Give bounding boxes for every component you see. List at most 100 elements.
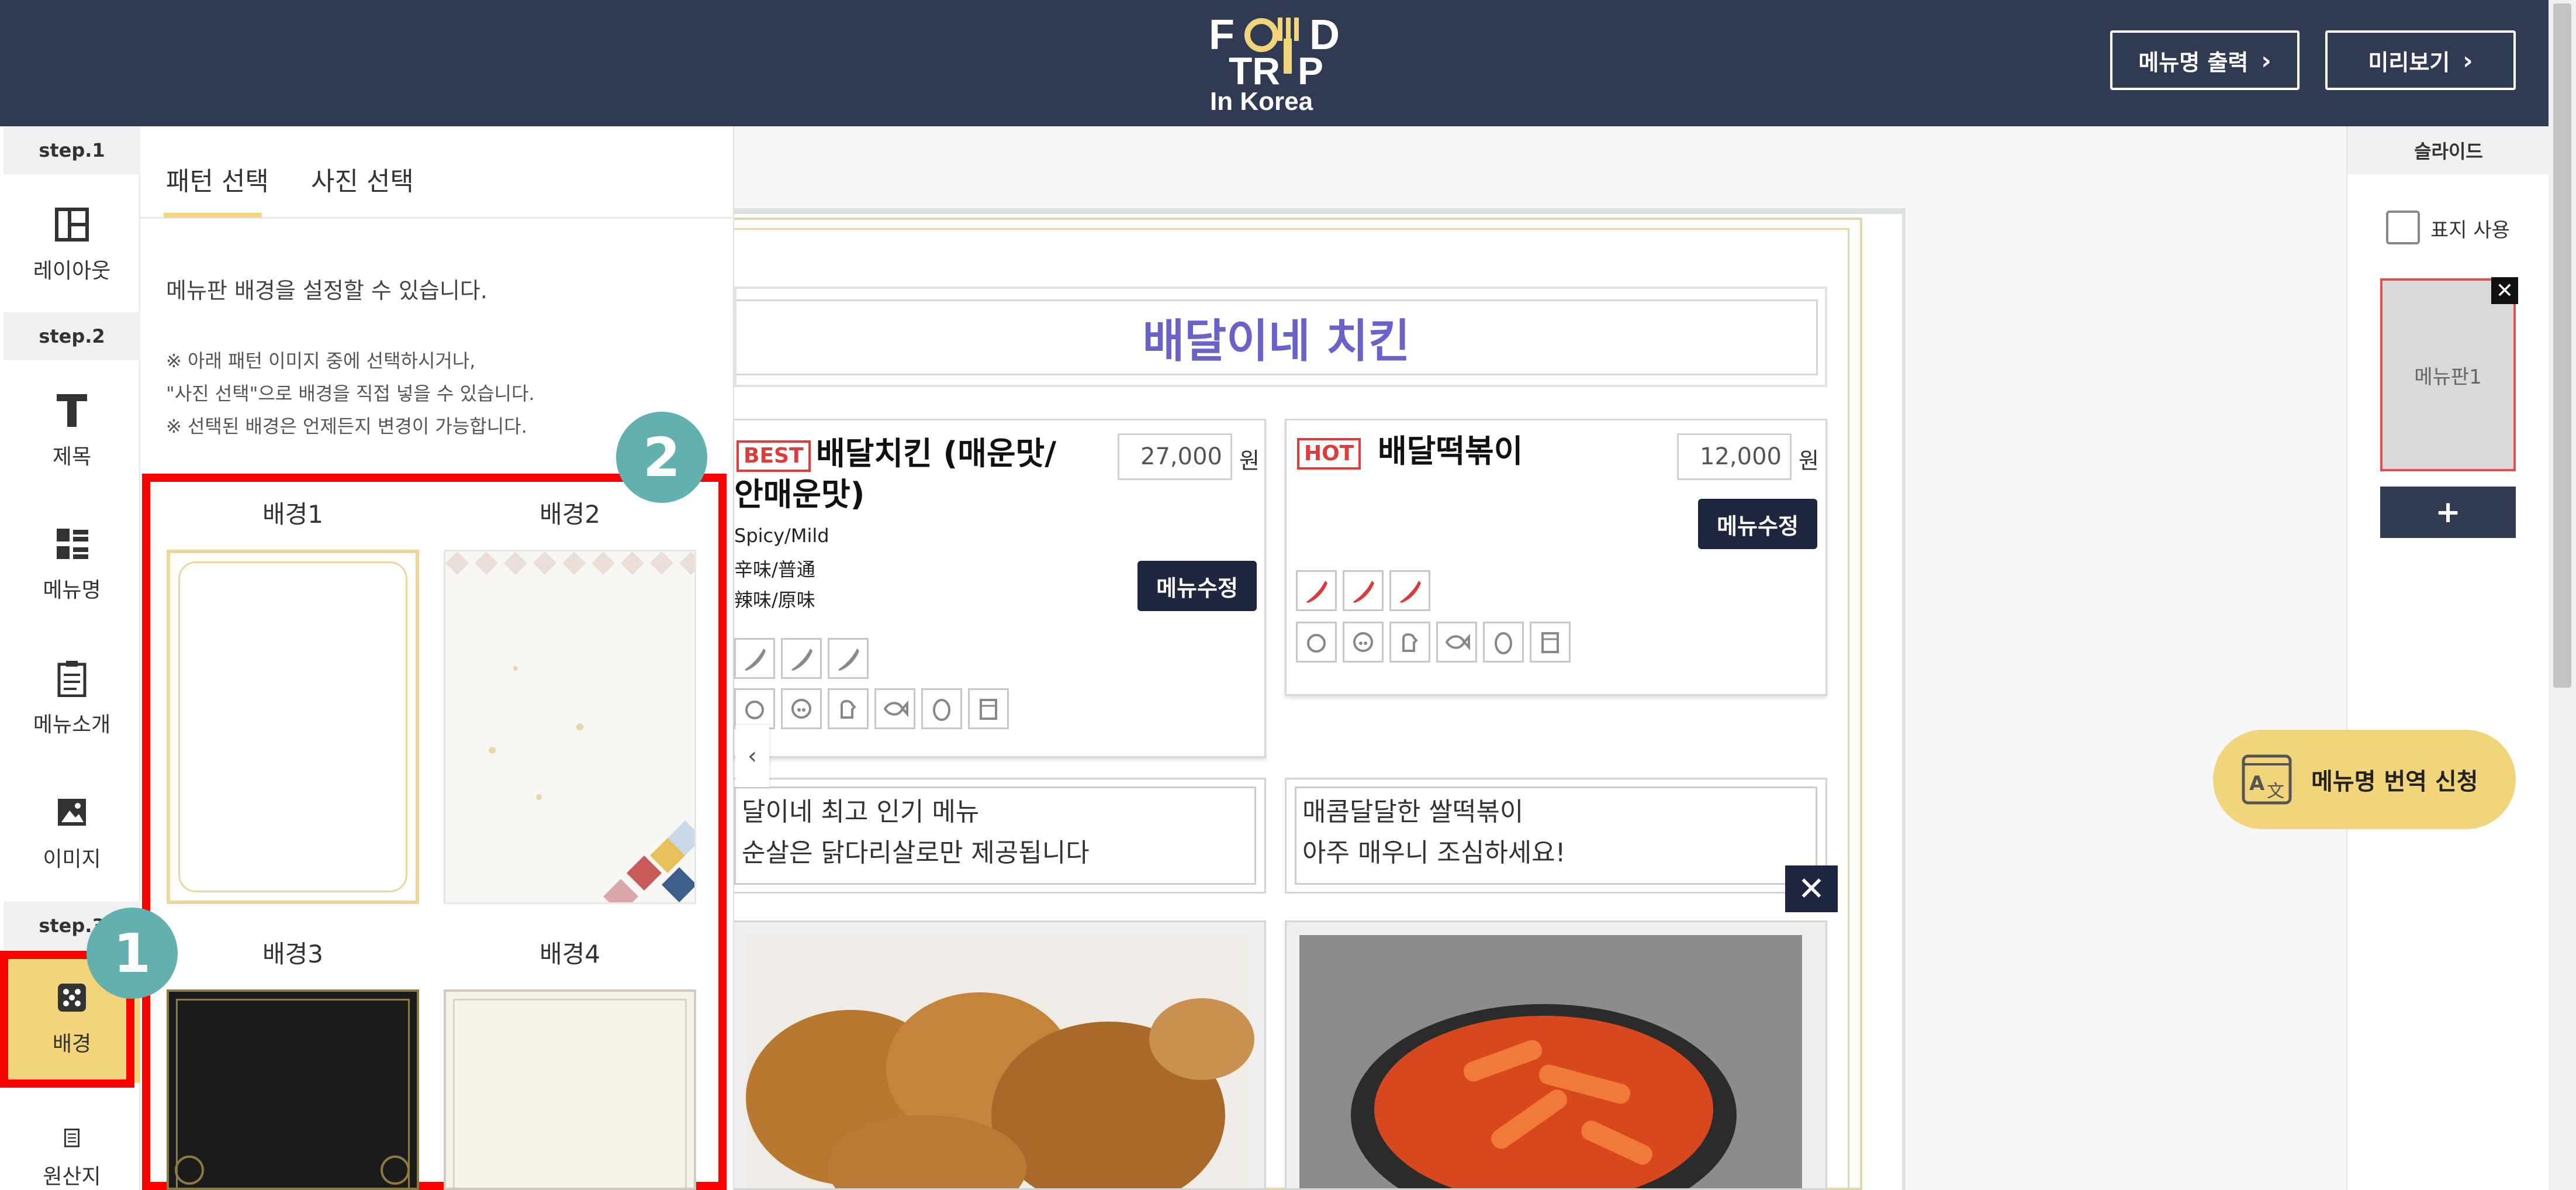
annotation-marker-1: 1 bbox=[87, 908, 178, 999]
slide-panel-header: 슬라이드 bbox=[2347, 126, 2550, 174]
milk-icon[interactable] bbox=[968, 688, 1009, 729]
sidebar-item-origin[interactable]: 원산지 bbox=[4, 1085, 140, 1190]
sidebar-item-menu-name[interactable]: 메뉴명 bbox=[4, 498, 140, 630]
close-icon[interactable]: ✕ bbox=[2491, 277, 2518, 304]
tab-photo-select[interactable]: 사진 선택 bbox=[311, 160, 414, 198]
price-input[interactable]: 27,000 bbox=[1118, 433, 1232, 480]
menu-item-name: 배달떡볶이 bbox=[1378, 433, 1523, 470]
currency-label: 원 bbox=[1799, 448, 1819, 474]
allergen-icons bbox=[1296, 622, 1571, 663]
corner-ornament bbox=[175, 1155, 204, 1185]
menu-item-card[interactable]: BEST 배달치킨 (매운맛/ 안매운맛) 27,000 원 Spicy/Mil… bbox=[734, 419, 1266, 758]
panel-tabs: 패턴 선택 사진 선택 bbox=[140, 126, 734, 219]
menu-item-name: 배달치킨 (매운맛/ bbox=[816, 435, 1056, 472]
slide-thumbnail[interactable]: 메뉴판1 bbox=[2380, 278, 2516, 471]
sidebar-item-menu-intro[interactable]: 메뉴소개 bbox=[4, 633, 140, 765]
description-line-2: 순살은 닭다리살로만 제공됩니다 bbox=[742, 838, 1090, 868]
sidebar-item-title[interactable]: 제목 bbox=[4, 366, 140, 496]
pork-icon[interactable] bbox=[781, 688, 822, 729]
background-3-thumb[interactable] bbox=[167, 989, 419, 1190]
menu-edit-button[interactable]: 메뉴수정 bbox=[1698, 499, 1817, 549]
panel-note-3: ※ 선택된 배경은 언제든지 변경이 가능합니다. bbox=[166, 415, 527, 437]
step-1-label: step.1 bbox=[4, 126, 140, 174]
spicy-level-icons bbox=[1296, 570, 1430, 611]
sidebar-item-label: 메뉴소개 bbox=[33, 713, 111, 737]
menu-description-box: 매콤달달한 쌀떡볶이 아주 매우니 조심하세요! bbox=[1285, 778, 1827, 894]
menu-edit-button[interactable]: 메뉴수정 bbox=[1137, 561, 1257, 611]
fried-chicken-photo bbox=[746, 934, 1254, 1188]
panel-note-2: "사진 선택"으로 배경을 직접 넣을 수 있습니다. bbox=[166, 382, 535, 405]
sidebar-item-label: 원산지 bbox=[43, 1165, 101, 1189]
frame-decoration bbox=[178, 561, 407, 892]
pepper-icon[interactable] bbox=[734, 638, 775, 679]
background-1-title: 배경1 bbox=[262, 500, 323, 529]
menu-description-textarea[interactable]: 매콤달달한 쌀떡볶이 아주 매우니 조심하세요! bbox=[1295, 787, 1817, 885]
pepper-icon[interactable] bbox=[781, 638, 822, 679]
frame-decoration bbox=[176, 999, 410, 1188]
pepper-icon[interactable] bbox=[1343, 570, 1384, 611]
layout-icon bbox=[55, 208, 89, 242]
beef-icon[interactable] bbox=[734, 688, 775, 729]
scrollbar-thumb[interactable] bbox=[2553, 4, 2571, 688]
sidebar-item-image[interactable]: 이미지 bbox=[4, 767, 140, 899]
tab-pattern-select[interactable]: 패턴 선택 bbox=[166, 160, 269, 198]
menu-sub-japanese: 辛味/普通 bbox=[734, 558, 815, 581]
menu-sub-english: Spicy/Mild bbox=[734, 525, 829, 547]
background-2-thumb[interactable] bbox=[444, 550, 696, 904]
corner-ornament bbox=[381, 1155, 410, 1185]
clipboard-icon bbox=[57, 661, 87, 697]
pepper-icon[interactable] bbox=[1389, 570, 1430, 611]
background-settings-panel: 패턴 선택 사진 선택 메뉴판 배경을 설정할 수 있습니다. ※ 아래 패턴 … bbox=[140, 126, 734, 1190]
price-input[interactable]: 12,000 bbox=[1677, 433, 1792, 480]
milk-icon[interactable] bbox=[1530, 622, 1571, 663]
sidebar-item-label: 제목 bbox=[52, 445, 92, 469]
egg-icon[interactable] bbox=[1483, 622, 1524, 663]
currency-label: 원 bbox=[1239, 448, 1260, 474]
menu-name-export-button[interactable]: 메뉴명 출력 › bbox=[2110, 30, 2300, 90]
close-icon[interactable]: ✕ bbox=[1785, 865, 1838, 912]
annotation-marker-2: 2 bbox=[616, 412, 707, 503]
svg-text:TR: TR bbox=[1229, 49, 1280, 92]
text-t-icon bbox=[57, 394, 87, 427]
menu-item-card[interactable]: HOT 배달떡볶이 12,000 원 메뉴수정 bbox=[1285, 419, 1827, 696]
pepper-icon[interactable] bbox=[828, 638, 869, 679]
fish-icon[interactable] bbox=[1436, 622, 1477, 663]
beef-icon[interactable] bbox=[1296, 622, 1337, 663]
svg-text:P: P bbox=[1298, 49, 1323, 92]
svg-text:A: A bbox=[2249, 772, 2265, 795]
menu-description-box: 달이네 최고 인기 메뉴 순살은 닭다리살로만 제공됩니다 bbox=[734, 778, 1266, 894]
menu-board-title[interactable]: 배달이네 치킨 bbox=[1143, 305, 1410, 370]
menu-board-title-box[interactable]: 배달이네 치킨 bbox=[734, 287, 1827, 387]
frame-decoration bbox=[453, 999, 687, 1188]
description-line-1: 달이네 최고 인기 메뉴 bbox=[742, 797, 980, 827]
pepper-icon[interactable] bbox=[1296, 570, 1337, 611]
description-line-2: 아주 매우니 조심하세요! bbox=[1302, 838, 1566, 868]
preview-button[interactable]: 미리보기 › bbox=[2325, 30, 2516, 90]
spicy-level-icons bbox=[734, 638, 869, 679]
egg-icon[interactable] bbox=[921, 688, 962, 729]
menu-photo-frame[interactable] bbox=[1285, 920, 1827, 1190]
food-trip-logo[interactable]: F D TR P In Korea bbox=[1204, 9, 1344, 116]
title-inner-border: 배달이네 치킨 bbox=[737, 299, 1818, 375]
cover-use-checkbox[interactable] bbox=[2386, 211, 2420, 244]
menu-translation-request-button[interactable]: A 文 메뉴명 번역 신청 bbox=[2213, 730, 2516, 829]
fish-icon[interactable] bbox=[874, 688, 915, 729]
panel-description: 메뉴판 배경을 설정할 수 있습니다. bbox=[166, 278, 487, 303]
chicken-icon[interactable] bbox=[828, 688, 869, 729]
allergen-icons bbox=[734, 688, 1009, 729]
background-1-thumb[interactable] bbox=[167, 550, 419, 904]
sidebar-item-layout[interactable]: 레이아웃 bbox=[4, 180, 140, 310]
menu-sub-chinese: 辣味/原味 bbox=[734, 589, 815, 611]
menu-description-textarea[interactable]: 달이네 최고 인기 메뉴 순살은 닭다리살로만 제공됩니다 bbox=[734, 787, 1256, 885]
description-line-1: 매콤달달한 쌀떡볶이 bbox=[1302, 797, 1524, 827]
chevron-left-icon[interactable]: ‹ bbox=[735, 725, 769, 787]
chicken-icon[interactable] bbox=[1389, 622, 1430, 663]
chevron-right-icon: › bbox=[2463, 46, 2473, 75]
add-slide-button[interactable]: + bbox=[2380, 487, 2516, 538]
background-pattern-grid: 배경1 배경2 배경3 배경4 bbox=[142, 474, 727, 1190]
menu-photo-frame[interactable] bbox=[734, 920, 1266, 1190]
pork-icon[interactable] bbox=[1343, 622, 1384, 663]
sidebar-item-label: 메뉴명 bbox=[43, 578, 101, 602]
background-4-thumb[interactable] bbox=[444, 989, 696, 1190]
hot-badge: HOT bbox=[1297, 438, 1361, 470]
